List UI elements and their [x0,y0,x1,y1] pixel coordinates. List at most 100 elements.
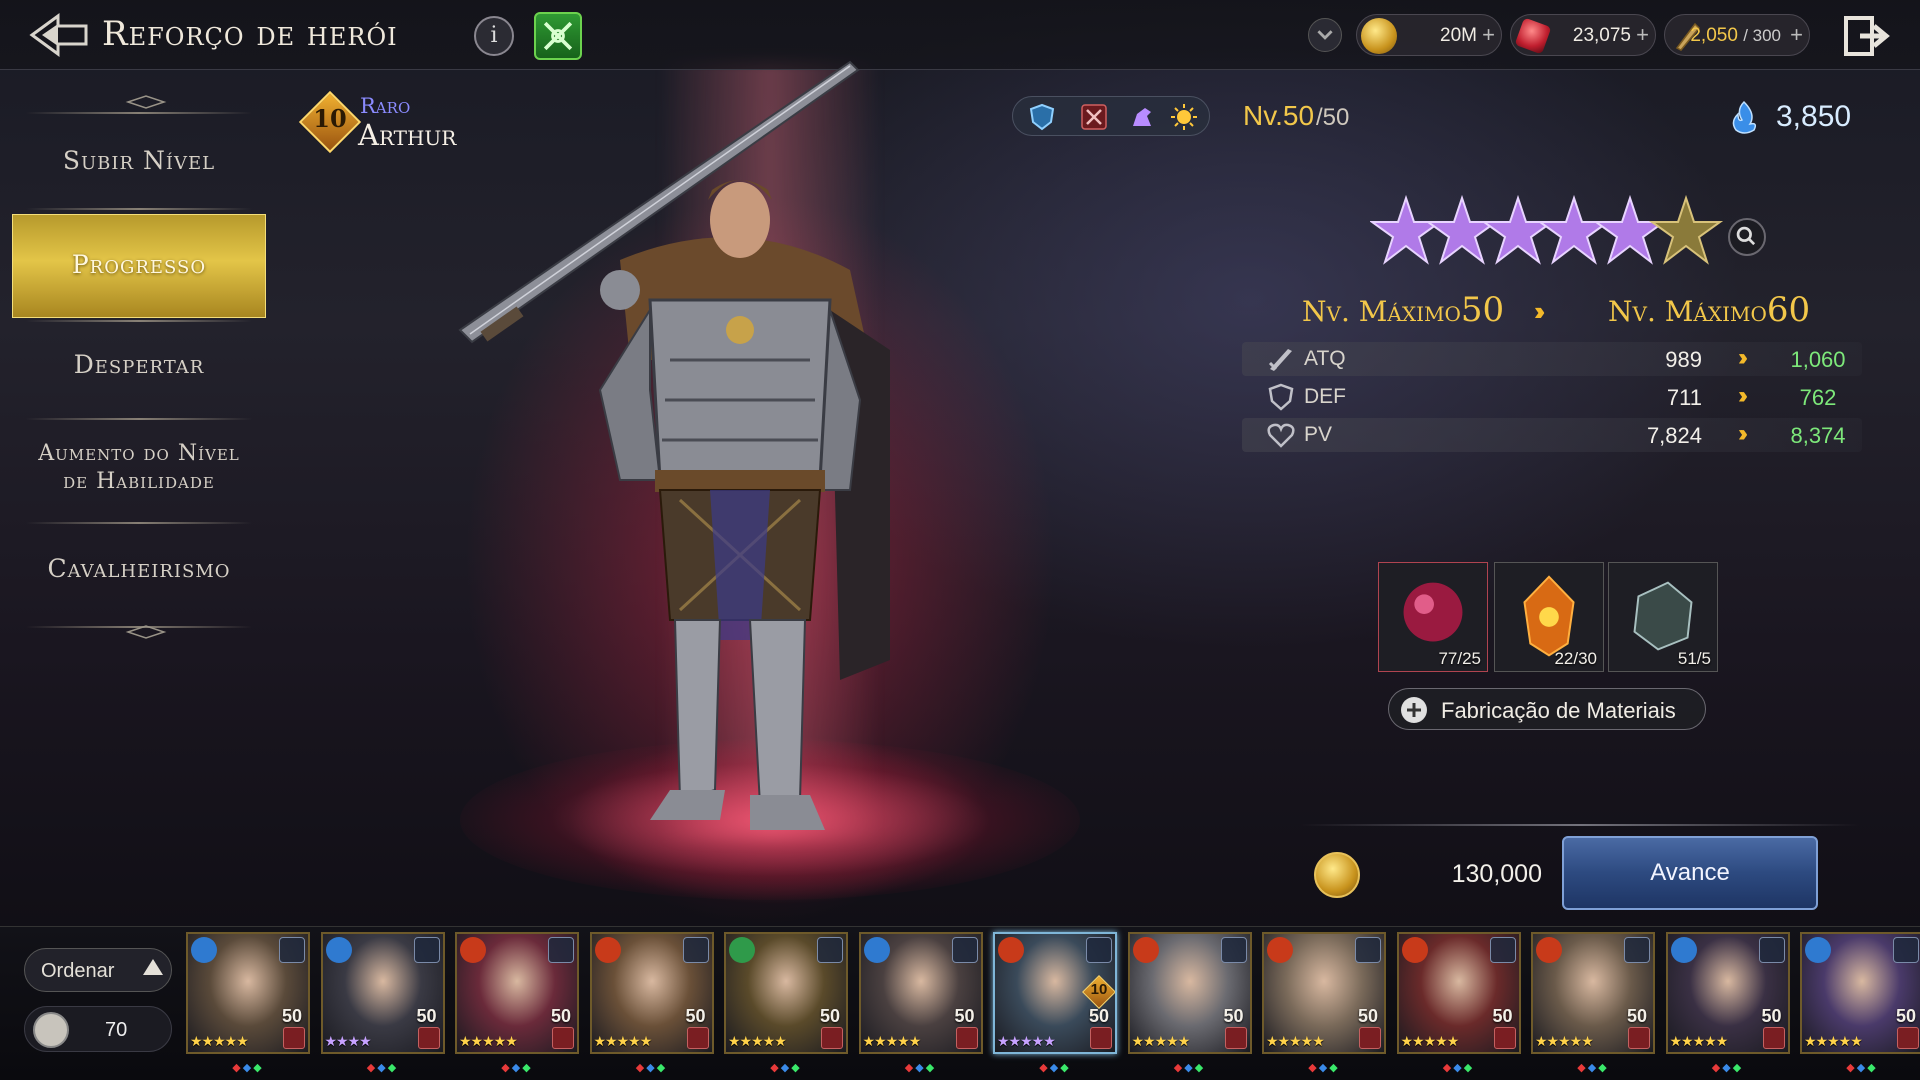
gold-plus[interactable]: + [1482,22,1495,48]
hero-card[interactable]: 50 ★★★★★ [186,932,310,1054]
red-gem-icon [1514,17,1552,55]
role-icon [682,937,709,963]
stat-next: 762 [1799,385,1837,410]
hero-card[interactable]: 50 ★★★★★ [1396,932,1521,1054]
stat-row-atk: ATQ 989 ›› 1,060 [1242,342,1862,376]
material-slot[interactable]: 51/5 [1608,562,1718,672]
class-icon [955,1027,978,1049]
role-icon [1758,937,1785,963]
hero-card[interactable]: 50 ★★★★★ [589,932,714,1054]
affinity-dots-icon: ◆◆◆ [366,1062,399,1074]
hero-card-level: 50 [1761,1006,1782,1026]
affinity-dots-icon: ◆◆◆ [1039,1062,1071,1074]
class-icon [1359,1027,1381,1049]
affinity-dots-icon: ◆◆◆ [770,1062,802,1074]
ice-element-icon [1805,937,1831,963]
class-icon [1493,1027,1516,1049]
gem-currency[interactable]: 23,075 + [1510,14,1656,56]
heart-icon [1267,423,1295,448]
stamina-plus[interactable]: + [1790,22,1803,48]
menu-item-level-up[interactable]: Subir Nível [12,146,266,186]
zoom-button[interactable] [1728,218,1766,256]
divider [1300,824,1860,826]
sort-label: Ordenar [41,960,115,982]
hero-book-icon [33,1012,69,1048]
class-emblem-button[interactable] [534,12,582,60]
role-icon [951,937,978,963]
hero-card-level: 50 [954,1006,975,1026]
hero-card[interactable]: 50 ★★★★★ [1665,932,1790,1054]
sun-icon[interactable] [1169,102,1199,132]
class-icon [1224,1027,1247,1049]
hero-card[interactable]: 50 ★★★★★ [1531,932,1655,1054]
role-icon [1489,937,1516,963]
menu-separator [26,208,252,210]
role-icon [1086,937,1112,963]
hero-card-stars: ★★★★★ [1535,1033,1594,1049]
stamina-value: 2,050 / 300 [1690,25,1781,47]
advance-cost: 130,000 [1451,860,1542,888]
currency-expand-button[interactable] [1308,18,1342,52]
defense-shield-icon[interactable] [1027,102,1057,132]
sort-arrow-icon [143,959,163,975]
hero-card[interactable]: 50 ★★★★★ [1800,932,1920,1054]
gem-value: 23,075 [1572,25,1631,46]
hero-card[interactable]: 50 ★★★★★ [1127,932,1252,1054]
hero-card[interactable]: 50 ★★★★ [320,932,445,1054]
hero-card-level: 50 [550,1006,571,1026]
exit-icon[interactable] [1842,12,1894,60]
arrow-icon: ›› [1534,296,1546,326]
class-icon [417,1027,440,1049]
menu-item-awaken[interactable]: Despertar [12,350,266,390]
material-count: 51/5 [1677,649,1711,668]
ice-element-icon [863,937,890,963]
affinity-dots-icon: ◆◆◆ [1577,1062,1609,1074]
sort-button[interactable]: Ordenar [24,948,172,992]
plus-circle-icon [1401,697,1427,723]
hero-card[interactable]: 50 ★★★★★ [1262,932,1386,1054]
hero-card-level: 50 [1895,1006,1916,1026]
stat-row-hp: PV 7,824 ›› 8,374 [1242,418,1862,452]
page-title: Reforço de herói [102,14,398,54]
warrior-class-icon[interactable] [1079,102,1109,132]
magnifier-icon [1736,226,1756,246]
gold-coin-icon [1361,18,1397,54]
hero-count: 70 [24,1006,172,1052]
menu-separator [26,418,252,420]
hero-class-icons [1012,96,1210,136]
chevron-down-icon [1317,30,1333,40]
material-count: 22/30 [1554,649,1597,668]
hero-card[interactable]: 50 ★★★★★ [724,932,848,1054]
arrow-icon: ›› [1738,420,1748,447]
hero-card-level: 50 [1223,1006,1244,1026]
material-fabrication-button[interactable]: Fabricação de Materiais [1388,688,1706,730]
max-level-from: 50 [1460,290,1505,330]
menu-item-skill-level[interactable]: Aumento do Nível de Habilidade [12,440,266,500]
hero-card[interactable]: 50 ★★★★★ [455,932,579,1054]
menu-item-chivalry[interactable]: Cavalheirismo [12,554,266,594]
horse-mount-icon[interactable] [1127,102,1157,132]
hero-level: 50 [1282,100,1315,131]
gem-plus[interactable]: + [1636,22,1649,48]
hero-card-level: 50 [819,1006,840,1026]
role-icon [413,937,440,963]
affinity-dots-icon: ◆◆◆ [1173,1062,1206,1074]
menu-item-progress[interactable]: Progresso [12,214,266,318]
class-icon [552,1027,574,1049]
stamina-currency[interactable]: 2,050 / 300 + [1664,14,1810,56]
stamina-max: / 300 [1743,26,1781,45]
hero-card-stars: ★★★★★ [593,1033,653,1049]
material-slot[interactable]: 22/30 [1494,562,1604,672]
hero-card[interactable]: 50 ★★★★★ [858,932,983,1054]
stat-name: PV [1304,423,1333,446]
role-icon [279,937,305,963]
gold-currency[interactable]: 20M + [1356,14,1502,56]
material-slot[interactable]: 77/25 [1378,562,1488,672]
advance-button[interactable]: Avance [1562,836,1818,910]
back-arrow-icon[interactable] [28,12,90,58]
info-button[interactable]: i [474,16,514,56]
hero-card[interactable]: 10 50 ★★★★★ [993,932,1117,1054]
role-icon [548,937,574,963]
power-flame-icon [1732,100,1757,134]
hero-card-level: 50 [1088,1006,1109,1026]
